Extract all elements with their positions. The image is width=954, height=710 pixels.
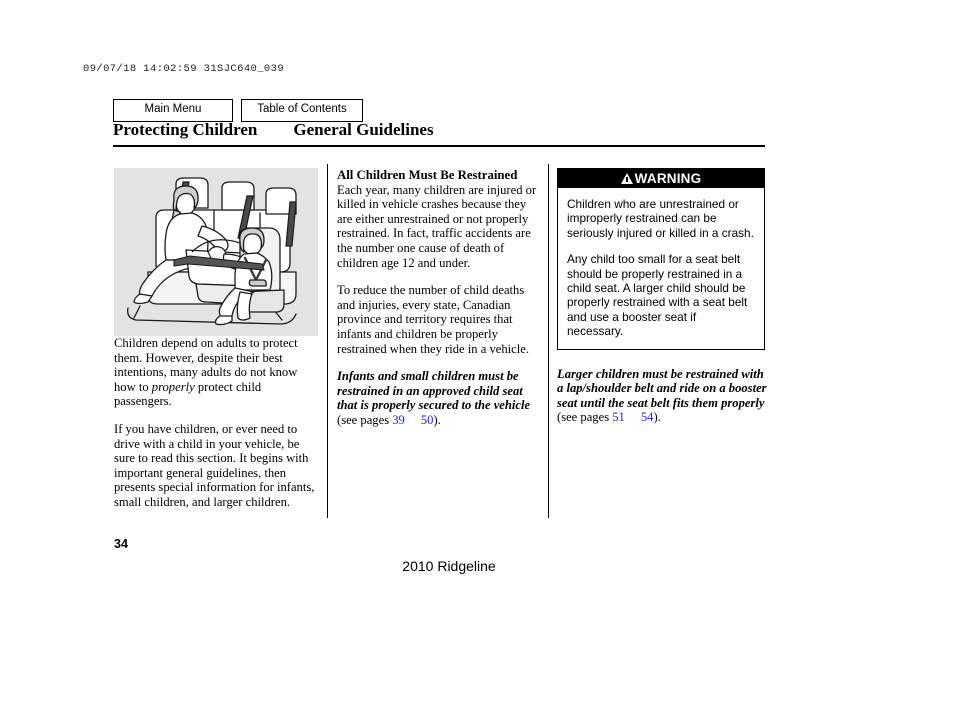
right-see-pages-prefix: (see pages (557, 410, 613, 425)
warning-label: WARNING (634, 170, 702, 186)
middle-emphasis-text: Infants and small children must be restr… (337, 369, 531, 413)
table-of-contents-button[interactable]: Table of Contents (241, 99, 363, 122)
right-note-emphasis: Larger children must be restrained with … (557, 366, 767, 410)
left-column: Children depend on adults to protect the… (114, 168, 320, 523)
left-paragraph-1-italic: properly (151, 379, 195, 394)
page-link-51[interactable]: 51 (612, 410, 625, 424)
print-timestamp-header: 09/07/18 14:02:59 31SJC640_039 (83, 63, 285, 75)
middle-column-heading: All Children Must Be Restrained (337, 168, 518, 182)
page-title-subsection: General Guidelines (293, 120, 434, 139)
page-title-section: Protecting Children (113, 120, 258, 139)
page-link-54[interactable]: 54 (641, 410, 654, 424)
middle-see-pages-prefix: (see pages (337, 412, 393, 427)
rear-seat-child-restraint-illustration (114, 168, 318, 336)
navigation-bar: Main Menu Table of Contents (113, 99, 363, 122)
middle-see-pages-suffix: ). (433, 412, 441, 427)
right-see-pages-suffix: ). (653, 410, 661, 425)
left-paragraph-1: Children depend on adults to protect the… (114, 336, 320, 409)
page-link-39[interactable]: 39 (392, 413, 405, 427)
warning-paragraph-1: Children who are unrestrained or imprope… (567, 197, 754, 240)
title-rule (113, 145, 765, 147)
footer-model-name: 2010 Ridgeline (402, 558, 496, 574)
middle-emphasis-paragraph: Infants and small children must be restr… (337, 369, 543, 427)
warning-header-bar: WARNING (558, 169, 764, 188)
warning-box: WARNING Children who are unrestrained or… (557, 168, 765, 350)
page-link-50[interactable]: 50 (421, 413, 434, 427)
main-menu-button[interactable]: Main Menu (113, 99, 233, 122)
right-note: Larger children must be restrained with … (557, 367, 767, 425)
middle-paragraph-2: To reduce the number of child deaths and… (337, 283, 529, 356)
warning-body: Children who are unrestrained or imprope… (558, 188, 764, 349)
column-divider-left (327, 164, 328, 518)
column-divider-right (548, 164, 549, 518)
page-title: Protecting Children General Guidelines (113, 120, 765, 140)
middle-paragraph-1: Each year, many children are injured or … (337, 182, 537, 270)
middle-column: All Children Must Be Restrained Each yea… (337, 168, 543, 441)
warning-paragraph-2: Any child too small for a seat belt shou… (567, 252, 748, 339)
left-paragraph-2: If you have children, or ever need to dr… (114, 421, 315, 509)
right-column: WARNING Children who are unrestrained or… (557, 168, 767, 425)
right-note-paragraph: Larger children must be restrained with … (557, 367, 767, 425)
manual-page: 09/07/18 14:02:59 31SJC640_039 Main Menu… (0, 0, 954, 710)
page-number: 34 (114, 537, 128, 551)
warning-triangle-icon (620, 173, 633, 184)
